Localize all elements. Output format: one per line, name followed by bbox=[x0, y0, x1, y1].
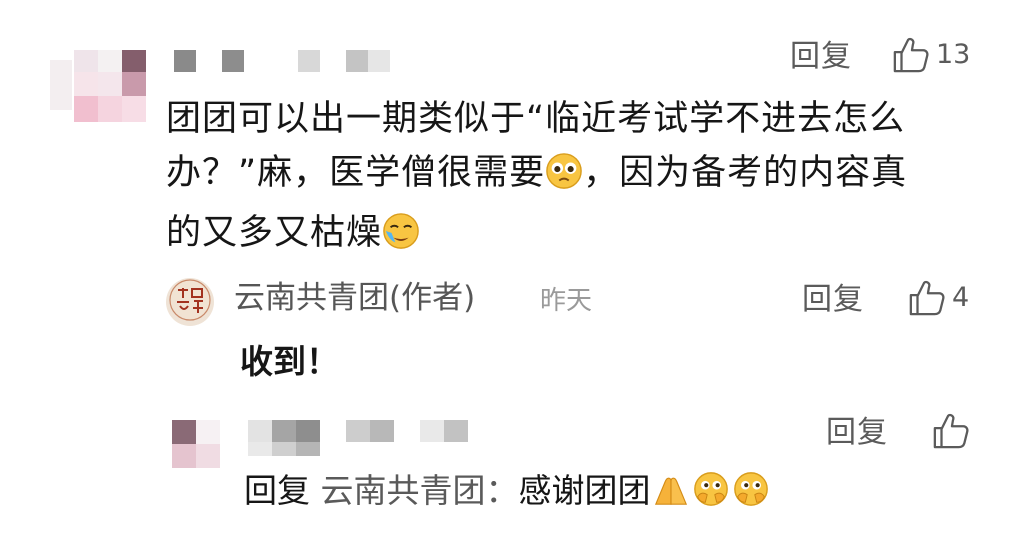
comment-line-1: 团团可以出一期类似于“临近考试学不进去怎么 bbox=[166, 99, 906, 139]
pleading-face-icon bbox=[545, 152, 583, 206]
folded-hands-icon bbox=[651, 470, 691, 517]
thumbs-up-icon bbox=[932, 412, 970, 450]
comment-body: 团团可以出一期类似于“临近考试学不进去怎么 办？”麻，医学僧很需要 ，因为备考的… bbox=[166, 92, 1006, 266]
like-button[interactable]: 4 bbox=[908, 279, 969, 317]
peeking-face-icon bbox=[731, 470, 771, 517]
like-count: 13 bbox=[936, 39, 971, 70]
thumbs-up-icon bbox=[892, 36, 930, 74]
crying-face-icon bbox=[382, 212, 420, 266]
author-reply-text: 收到！ bbox=[240, 342, 339, 381]
thumbs-up-icon bbox=[908, 279, 946, 317]
reply-button[interactable]: 回复 bbox=[790, 40, 852, 74]
comment-line-2a: 办？”麻，医学僧很需要 bbox=[166, 153, 546, 193]
comment-line-3a: 的又多又枯燥 bbox=[166, 213, 383, 253]
like-button[interactable]: 13 bbox=[892, 36, 970, 74]
comment-line-3: 的又多又枯燥 bbox=[166, 206, 1006, 266]
reply-target[interactable]: 云南共青团： bbox=[321, 471, 519, 510]
peeking-face-icon bbox=[691, 470, 731, 517]
comment-line-2b: ，因为备考的内容真 bbox=[583, 153, 908, 193]
author-name[interactable]: 云南共青团(作者) bbox=[234, 280, 475, 316]
reply-button[interactable]: 回复 bbox=[826, 416, 888, 450]
like-count: 4 bbox=[952, 282, 970, 313]
reply-prefix: 回复 bbox=[244, 471, 310, 510]
comment-line-2: 办？”麻，医学僧很需要 ，因为备考的内容真 bbox=[166, 146, 1006, 206]
sub-reply-text: 回复 云南共青团：感谢团团 bbox=[244, 470, 771, 517]
seal-logo-icon bbox=[168, 278, 212, 326]
like-button[interactable] bbox=[932, 412, 970, 450]
sub-reply-body: 感谢团团 bbox=[518, 471, 651, 510]
reply-time: 昨天 bbox=[540, 286, 593, 316]
reply-button[interactable]: 回复 bbox=[802, 283, 864, 317]
author-avatar[interactable] bbox=[166, 278, 214, 326]
